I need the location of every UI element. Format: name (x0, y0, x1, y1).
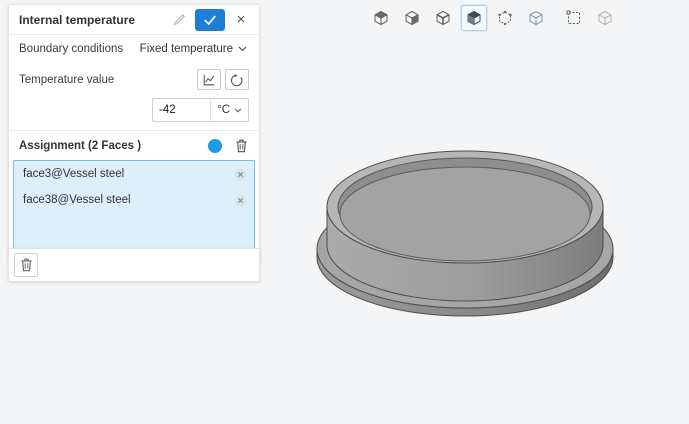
box-select-icon[interactable] (561, 5, 587, 31)
chart-icon (203, 74, 215, 85)
remove-face-button[interactable] (234, 168, 247, 181)
temperature-value-input[interactable] (153, 104, 211, 116)
select-edge-icon[interactable] (430, 5, 456, 31)
formula-table-input-button[interactable] (197, 69, 221, 90)
temperature-value-row: Temperature value (9, 63, 259, 96)
assignment-item-name: face38@Vessel steel (23, 194, 131, 206)
assignment-item[interactable]: face3@Vessel steel (14, 161, 254, 187)
panel-header: Internal temperature × (9, 5, 259, 35)
delete-button[interactable] (14, 253, 38, 277)
temperature-value-field: °C (152, 98, 249, 122)
vessel-model[interactable] (316, 150, 614, 317)
remove-face-button[interactable] (234, 194, 247, 207)
boundary-conditions-label: Boundary conditions (19, 43, 124, 55)
check-icon (204, 15, 216, 25)
temperature-value-label: Temperature value (19, 73, 115, 86)
assignment-item[interactable]: face38@Vessel steel (14, 187, 254, 213)
circle-x-icon (234, 194, 247, 206)
assignment-select-toggle[interactable] (208, 139, 222, 153)
vessel-inner-floor (339, 166, 591, 262)
show-wireframe-icon[interactable] (523, 5, 549, 31)
reset-value-button[interactable] (225, 69, 249, 90)
unit-dropdown[interactable]: °C (210, 99, 248, 121)
secondary-toolbar-panel (8, 248, 260, 282)
close-button[interactable]: × (231, 10, 251, 30)
assignment-label: Assignment (2 Faces ) (19, 140, 142, 152)
pencil-icon (173, 13, 185, 25)
unit-value: °C (217, 104, 230, 116)
circle-x-icon (234, 168, 247, 180)
select-face-icon[interactable] (399, 5, 425, 31)
trash-icon (236, 139, 247, 153)
clear-assignment-button[interactable] (234, 138, 249, 154)
close-icon: × (236, 11, 246, 28)
panel-title: Internal temperature (19, 12, 136, 27)
assignment-item-name: face3@Vessel steel (23, 168, 125, 180)
more-view-options-icon[interactable] (592, 5, 618, 31)
chevron-down-icon (234, 107, 242, 112)
select-volume-icon[interactable] (368, 5, 394, 31)
edit-name-button[interactable] (169, 10, 189, 30)
select-vertex-icon[interactable] (492, 5, 518, 31)
undo-icon (230, 73, 243, 86)
boundary-conditions-row: Boundary conditions Fixed temperature (9, 35, 259, 63)
temperature-input-row: °C (9, 96, 259, 128)
select-face-active-icon[interactable] (461, 5, 487, 31)
assignment-list[interactable]: face3@Vessel steel face38@Vessel steel (13, 160, 255, 257)
confirm-button[interactable] (195, 8, 225, 31)
boundary-conditions-value: Fixed temperature (139, 43, 233, 55)
assignment-header-row: Assignment (2 Faces ) (9, 131, 259, 160)
boundary-condition-panel: Internal temperature × Boundary conditio… (8, 4, 260, 262)
boundary-conditions-dropdown[interactable]: Fixed temperature (138, 41, 249, 57)
viewer-toolbar (368, 5, 618, 31)
chevron-down-icon (238, 46, 247, 52)
trash-icon (20, 258, 32, 272)
